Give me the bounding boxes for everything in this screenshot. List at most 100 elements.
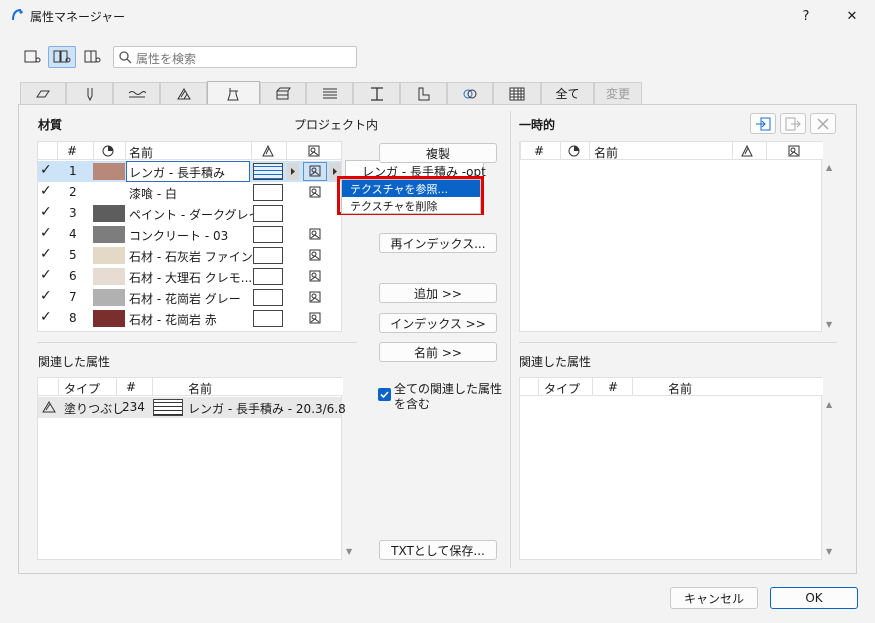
menu-item-delete-texture[interactable]: テクスチャを削除 [342,197,480,214]
row-num: 1 [69,164,77,178]
col-name: 名前 [594,146,619,160]
duplicate-button[interactable]: 複製 [379,143,497,163]
tab-zone-categories[interactable] [400,82,447,104]
row-check[interactable]: ✓ [40,267,52,283]
import-icon [756,117,771,130]
row-check[interactable]: ✓ [40,183,52,199]
row-check[interactable]: ✓ [40,225,52,241]
color-swatch[interactable] [93,268,125,285]
temporary-list[interactable]: # 名前 [519,141,823,332]
row-name: ペイント - ダークグレイ [129,208,261,222]
row-num: 8 [69,311,77,325]
view-split-list-icon[interactable] [48,46,76,68]
reindex-button[interactable]: 再インデックス... [379,233,497,253]
color-swatch[interactable] [93,205,125,222]
index-button[interactable]: インデックス >> [379,313,497,333]
color-swatch[interactable] [93,310,125,327]
ok-button[interactable]: OK [770,587,858,609]
brick-fill-thumbnail[interactable] [253,163,283,180]
tab-surfaces[interactable] [207,81,260,105]
view-details-icon[interactable] [79,46,107,68]
fill-icon [176,87,191,99]
cancel-button[interactable]: キャンセル [670,587,758,609]
row-check[interactable]: ✓ [40,162,52,178]
include-related-label-line2: を含む [394,397,431,411]
fill-thumbnail[interactable] [253,226,283,243]
texture-column-icon [788,145,800,157]
import-button[interactable] [750,113,776,134]
table-row[interactable]: ✓ 6 石材 - 大理石 クレモ... [38,266,341,287]
row-check[interactable]: ✓ [40,309,52,325]
close-button[interactable]: ✕ [832,0,872,32]
scroll-down-icon[interactable]: ▼ [346,547,352,556]
project-label: プロジェクト内 [294,118,379,132]
fill-thumbnail[interactable] [253,310,283,327]
scroll-down-icon[interactable]: ▼ [826,320,832,329]
add-button[interactable]: 追加 >> [379,283,497,303]
color-swatch[interactable] [93,163,125,180]
row-check[interactable]: ✓ [40,204,52,220]
scroll-up-icon[interactable]: ▲ [826,400,832,409]
color-column-icon [102,145,114,157]
tab-composites[interactable] [306,82,353,104]
scroll-up-icon[interactable]: ▲ [826,163,832,172]
fill-thumbnail[interactable] [253,268,283,285]
tab-layers[interactable] [20,82,66,104]
delete-button[interactable] [810,113,836,134]
menu-item-browse-texture[interactable]: テクスチャを参照... [342,180,480,197]
tab-line-types[interactable] [113,82,160,104]
tab-building-materials[interactable] [260,82,306,104]
right-related-list[interactable]: タイプ # 名前 [519,377,823,560]
texture-icon [309,165,321,177]
checkmark-icon [380,391,389,399]
include-related-checkbox[interactable] [378,388,391,401]
view-single-list-icon[interactable] [19,46,47,68]
help-button[interactable]: ? [786,0,826,32]
color-swatch[interactable] [93,289,125,306]
table-row[interactable]: ✓ 2 漆喰 - 白 [38,182,341,203]
tab-all[interactable]: 全て [541,82,594,104]
row-check[interactable]: ✓ [40,288,52,304]
row-name: 石材 - 花崗岩 赤 [129,313,217,327]
row-name: 石材 - 石灰岩 ファイン [129,250,253,264]
related-type: 塗りつぶし [64,402,125,416]
color-swatch[interactable] [93,247,125,264]
row-check[interactable]: ✓ [40,246,52,262]
scroll-down-icon[interactable]: ▼ [826,547,832,556]
row-num: 3 [69,206,77,220]
table-row[interactable]: ✓ 7 石材 - 花崗岩 グレー [38,287,341,308]
fill-popup-arrow-icon[interactable] [287,163,299,180]
fill-thumbnail[interactable] [253,247,283,264]
name-button[interactable]: 名前 >> [379,342,497,362]
row-num: 5 [69,248,77,262]
table-row[interactable]: ✓ 1 レンガ - 長手積み [38,161,341,182]
col-type: タイプ [544,382,581,396]
materials-list[interactable]: # 名前 ✓ 1 レンガ - 長手積み ✓ 2 漆喰 - 白 ✓ 3 ペイント - ダーク… [37,141,342,332]
left-related-list[interactable]: タイプ # 名前 塗りつぶし 234 レンガ - 長手積み - 20.3/6.8 [37,377,346,560]
color-swatch[interactable] [93,226,125,243]
related-row[interactable]: 塗りつぶし 234 レンガ - 長手積み - 20.3/6.8 [38,397,346,418]
table-row[interactable]: ✓ 3 ペイント - ダークグレイ [38,203,341,224]
export-button[interactable] [780,113,806,134]
fill-thumbnail[interactable] [253,289,283,306]
row-name: コンクリート - 03 [129,229,229,243]
tab-changed[interactable]: 変更 [594,82,642,104]
fill-thumbnail[interactable] [253,184,283,201]
tab-profiles[interactable] [353,82,400,104]
texture-icon [309,291,321,303]
profile-icon [370,86,383,101]
search-input[interactable]: 属性を検索 [113,46,357,68]
tab-mep[interactable] [447,82,493,104]
row-name: 石材 - 大理石 クレモ... [129,271,253,285]
texture-context-menu: テクスチャを参照... テクスチャを削除 [341,179,481,214]
fill-thumbnail[interactable] [253,205,283,222]
tab-markup-styles[interactable] [493,82,541,104]
tab-fills[interactable] [160,82,207,104]
save-as-txt-button[interactable]: TXTとして保存... [379,540,497,560]
table-row[interactable]: ✓ 8 石材 - 花崗岩 赤 [38,308,341,329]
table-row[interactable]: ✓ 5 石材 - 石灰岩 ファイン [38,245,341,266]
color-swatch[interactable] [93,184,125,201]
table-row[interactable]: ✓ 4 コンクリート - 03 [38,224,341,245]
window-title: 属性マネージャー [30,10,126,24]
tab-pens[interactable] [66,82,113,104]
